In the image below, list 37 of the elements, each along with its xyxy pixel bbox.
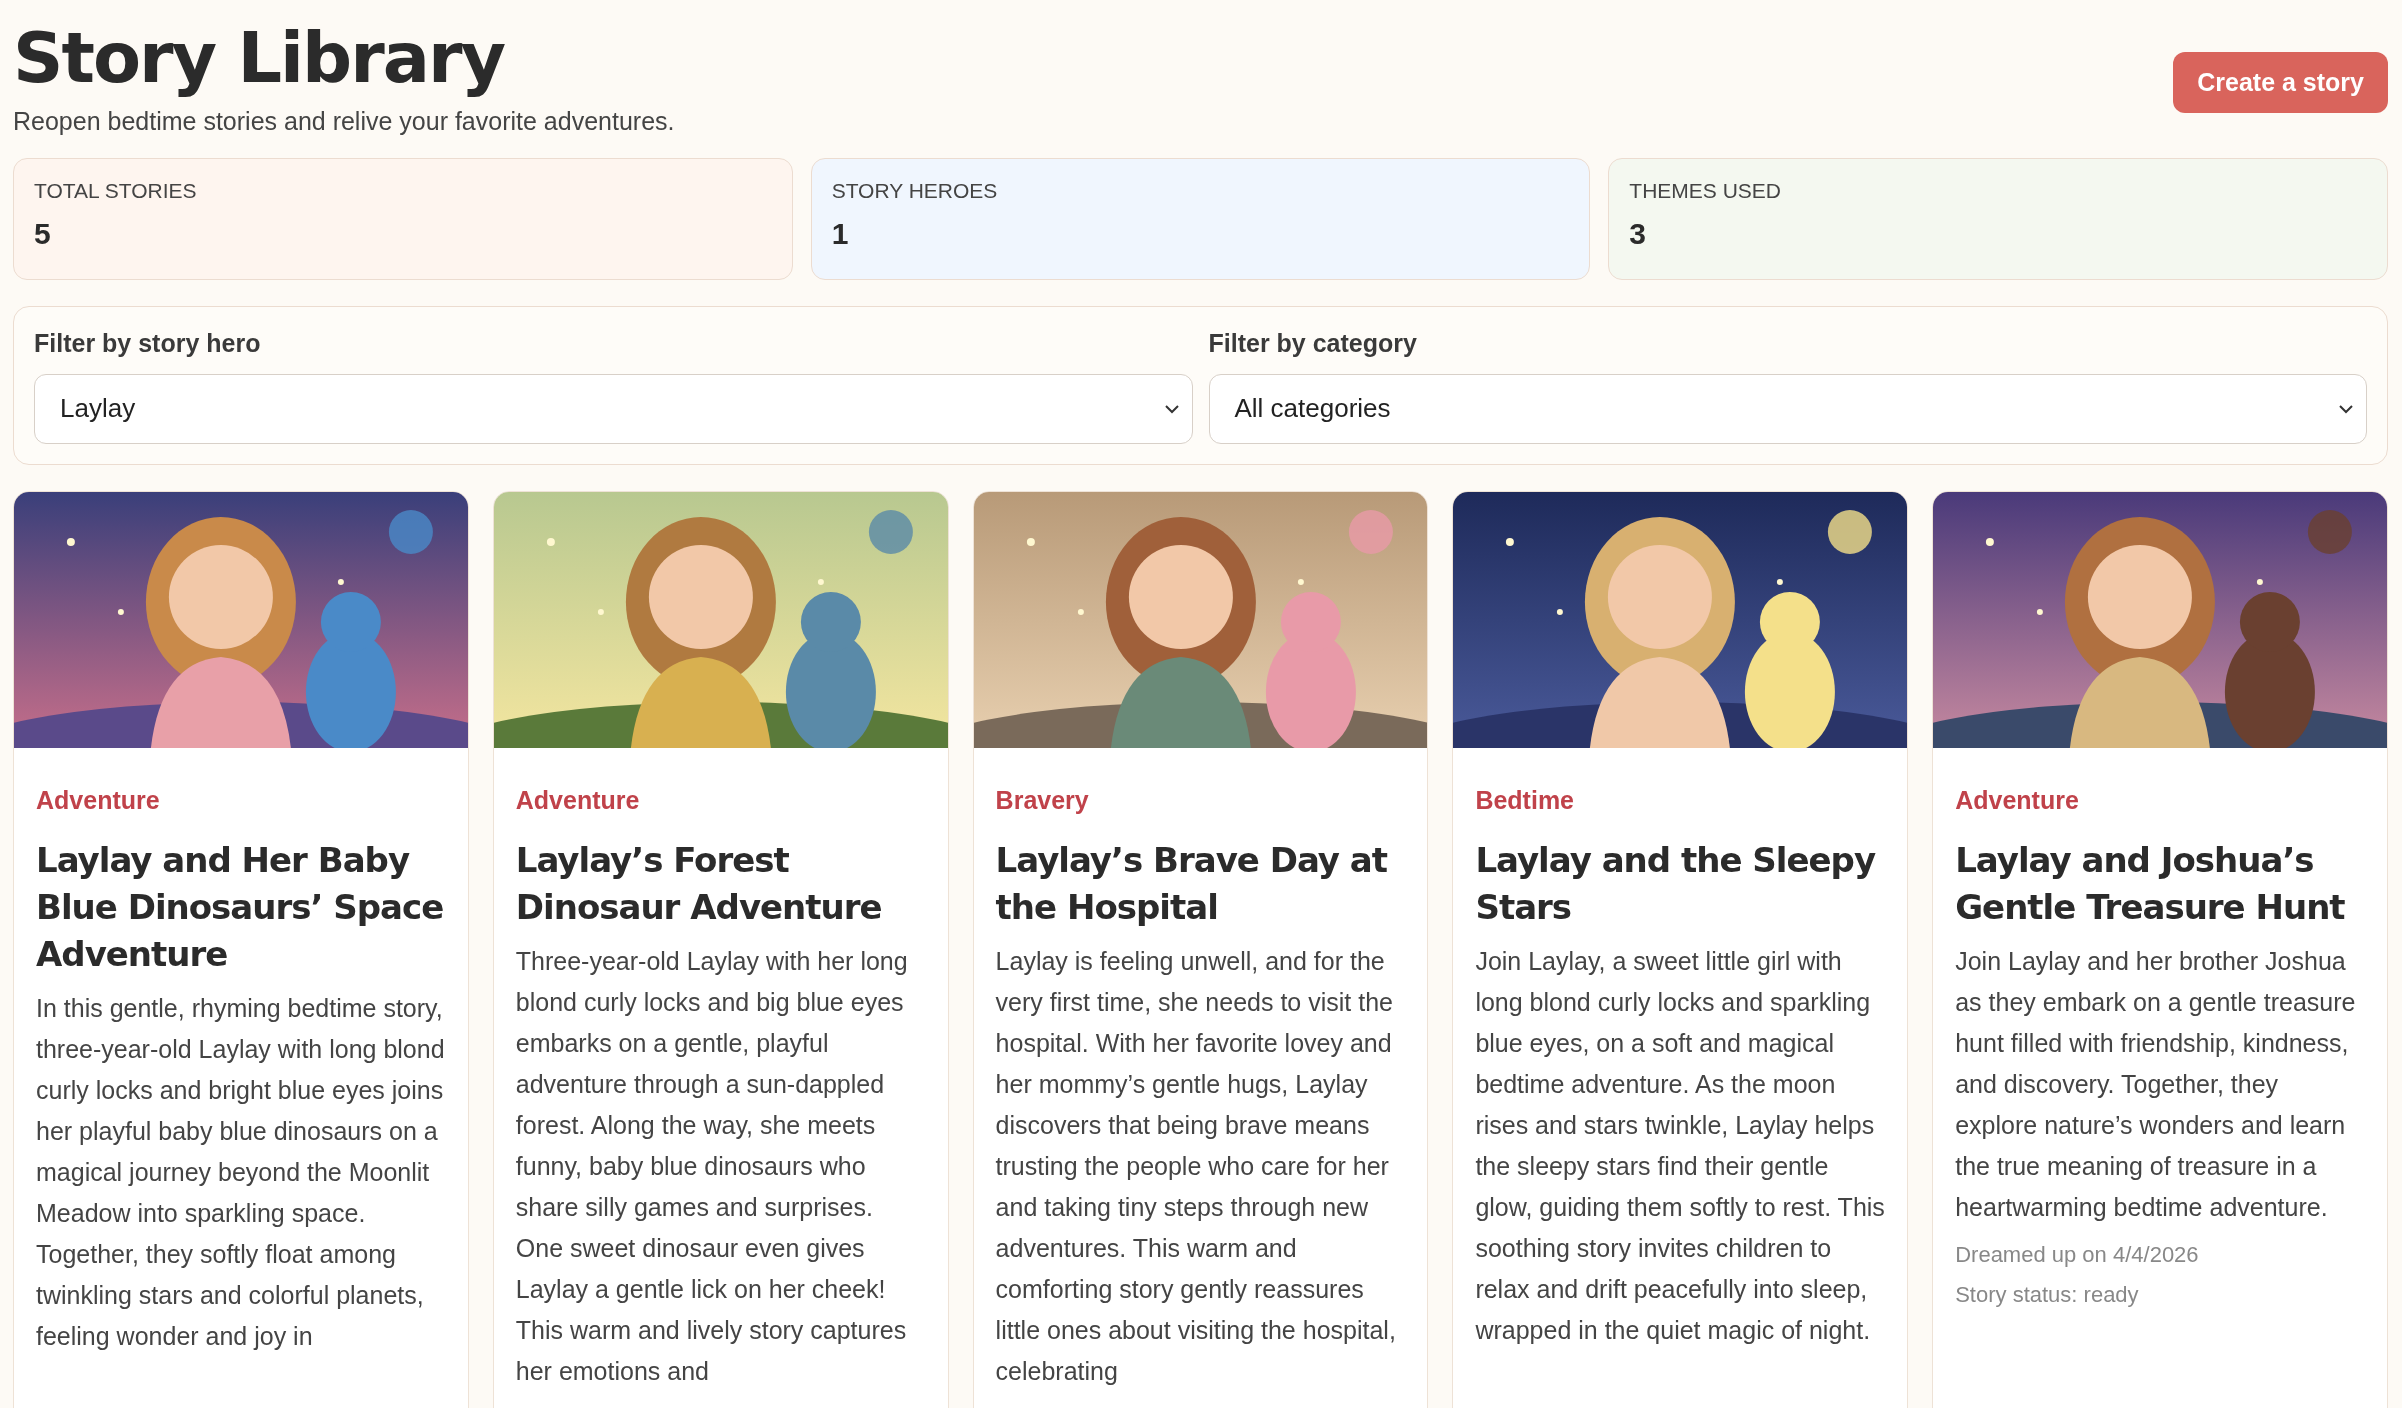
story-date: Dreamed up on 4/4/2026 [1955,1241,2200,1268]
story-description: Laylay is feeling unwell, and for the very first time, she needs to visit the hospital. With her favorite lovey and her mommy’s gentle hugs, Laylay discovers that being brave means trusting the people who care for her and taking tiny steps through new adventures. This warm and comforting story gently reassures little ones about visiting the hospital, celebrating [995,945,1397,1387]
stat-label: TOTAL STORIES [34,178,198,203]
stat-value: 1 [831,216,850,251]
story-card[interactable] [1452,490,1909,1408]
story-category: Bravery [995,785,1090,815]
filter-dropdown[interactable]: Laylay [34,373,1193,444]
story-category: Adventure [1955,785,2080,815]
story-card[interactable] [1932,490,2388,1408]
stat-value: 3 [1629,216,1647,251]
story-category: Bedtime [1475,785,1576,815]
story-description: In this gentle, rhyming bedtime story, three-year-old Laylay with long blond curly locks and bright blue eyes joins her playful baby blue dinosaurs on a magical journey beyond the Moonlit Meadow into sparkling space. Together, they softly float among twinkling stars and colorful planets, feeling wonder and joy in [36,992,446,1352]
story-status: Story status: ready [1955,1281,2140,1308]
story-title: Laylay and Her Baby Blue Dinosaurs’ Space Adventure [36,838,445,976]
filter-dropdown[interactable]: All categories [1208,373,2367,444]
story-title: Laylay and the Sleepy Stars [1475,838,1877,929]
filter-label: Filter by category [1208,328,1418,358]
filter-label: Filter by story hero [34,328,262,358]
story-card[interactable] [492,490,949,1408]
story-title: Laylay’s Forest Dinosaur Adventure [515,838,883,929]
stat-value: 5 [34,216,52,251]
story-category: Adventure [515,785,641,815]
stat-label: THEMES USED [1629,178,1782,203]
story-category: Adventure [36,785,161,815]
story-description: Join Laylay and her brother Joshua as they embark on a gentle treasure hunt filled with friendship, kindness, and discovery. Together, they explore nature’s wonders and learn the true meaning of treasure in a heartwarming bedtime adventure. [1955,945,2357,1223]
page-title: Story Library [13,18,506,99]
chevron-down-icon [2338,403,2354,414]
page-subtitle: Reopen bedtime stories and relive your favorite adventures. [13,106,675,136]
chevron-down-icon [1163,403,1180,414]
story-title: Laylay and Joshua’s Gentle Treasure Hunt [1955,838,2346,929]
create-story-button[interactable]: Create a story [2173,52,2388,113]
story-card[interactable] [13,490,469,1408]
story-description: Three-year-old Laylay with her long blond curly locks and big blue eyes embarks on a gentle, playful adventure through a sun-dappled forest. Along the way, she meets funny, baby blue dinosaurs who share silly games and surprises. One sweet dinosaur even gives Laylay a gentle lick on her cheek! This warm and lively story captures her emotions and [515,945,909,1387]
story-title: Laylay’s Brave Day at the Hospital [995,838,1389,929]
story-description: Join Laylay, a sweet little girl with long blond curly locks and sparkling blue eyes, on a soft and magical bedtime adventure. As the moon rises and stars twinkle, Laylay helps the sleepy stars find their gentle glow, guiding them softly to rest. This soothing story invites children to relax and drift peacefully into sleep, wrapped in the quiet magic of night. [1475,945,1886,1346]
stat-label: STORY HEROES [831,178,999,203]
story-card[interactable] [972,490,1429,1408]
